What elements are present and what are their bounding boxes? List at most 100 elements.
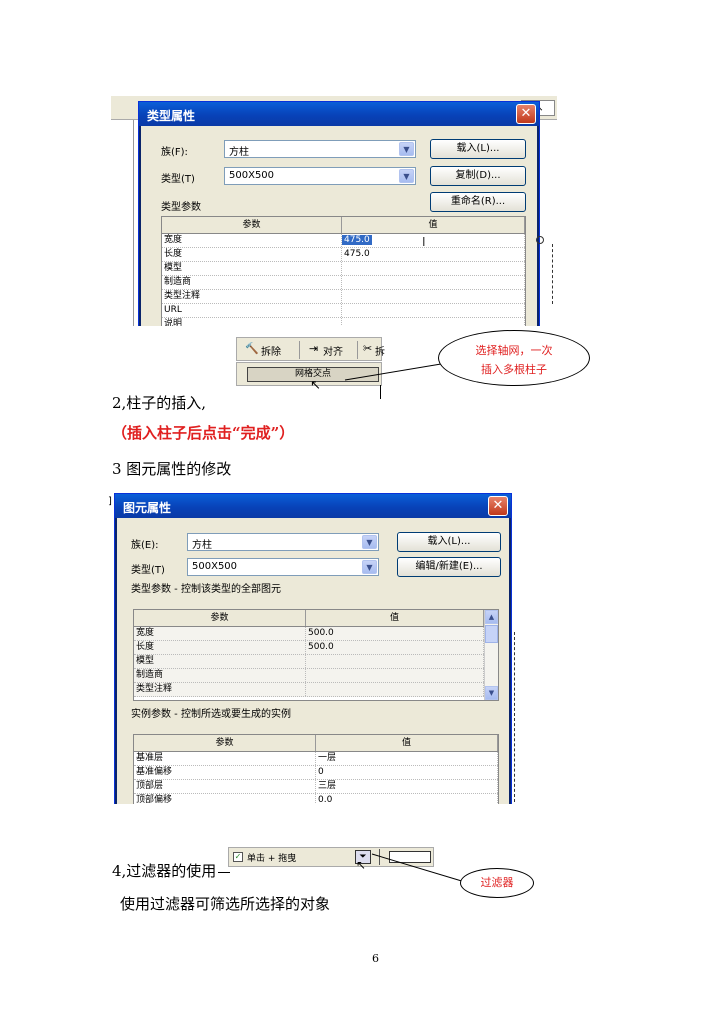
chevron-down-icon[interactable]: ▼ (362, 535, 377, 549)
param-cell: 基准层 (134, 752, 316, 765)
type-params-grid: 参数 值 宽度 475.0 长度 475.0 模型 制造商 类型注释 URL 说… (161, 216, 526, 326)
value-cell[interactable]: 500.0 (306, 627, 484, 640)
value-selected[interactable]: 475.0 (342, 235, 372, 245)
value-cell[interactable] (306, 669, 484, 682)
instance-params-grid: 参数 值 基准层 一层 基准偏移 0 顶部层 三层 顶部偏移 0.0 (133, 734, 499, 804)
family-combo[interactable]: 方柱 ▼ (187, 533, 379, 551)
table-row[interactable]: 制造商 (162, 276, 525, 290)
value-cell[interactable] (306, 683, 484, 696)
type-params-label: 类型参数 - 控制该类型的全部图元 (131, 584, 281, 595)
param-cell: 制造商 (162, 276, 342, 289)
chevron-down-icon[interactable]: ▼ (362, 560, 377, 574)
drawing-grid-mark (536, 236, 544, 244)
value-cell[interactable] (342, 318, 525, 326)
table-row[interactable]: URL (162, 304, 525, 318)
callout-filter: 过滤器 (460, 868, 534, 898)
callout-filter-text: 过滤器 (480, 876, 514, 889)
drawing-grid-line (552, 244, 553, 304)
rename-button[interactable]: 重命名(R)... (430, 192, 526, 212)
value-cell[interactable] (342, 262, 525, 275)
table-row[interactable]: 顶部层 三层 (134, 780, 498, 794)
column-header-param: 参数 (134, 610, 306, 626)
type-properties-dialog: 类型属性 ✕ 族(F): 方柱 ▼ 载入(L)... 类型(T) 500X500… (138, 101, 540, 326)
duplicate-button[interactable]: 复制(D)... (430, 166, 526, 186)
load-button[interactable]: 载入(L)... (430, 139, 526, 159)
background-app-divider (133, 120, 134, 326)
value-cell[interactable]: 0 (316, 766, 498, 779)
column-header-value: 值 (342, 217, 525, 233)
section-4-heading: 4,过滤器的使用 (112, 862, 217, 880)
param-cell: 长度 (134, 641, 306, 654)
type-value: 500X500 (192, 561, 238, 572)
table-row[interactable]: 制造商 (134, 669, 498, 683)
param-cell: 类型注释 (162, 290, 342, 303)
click-drag-checkbox-label: 单击 + 拖曳 (247, 854, 297, 864)
table-row[interactable]: 宽度 475.0 (162, 234, 525, 248)
type-combo[interactable]: 500X500 ▼ (187, 558, 379, 576)
value-cell[interactable] (342, 276, 525, 289)
edit-new-button[interactable]: 编辑/新建(E)... (397, 557, 501, 577)
family-value: 方柱 (192, 540, 212, 551)
grid-scrollbar[interactable]: ▲ ▼ (484, 610, 498, 700)
type-combo[interactable]: 500X500 ▼ (224, 167, 416, 185)
mouse-pointer-icon: ↖ (310, 378, 321, 393)
param-cell: 模型 (134, 655, 306, 668)
demolish-button[interactable]: 拆除 (261, 343, 281, 358)
callout-line2: 插入多根柱子 (481, 363, 547, 376)
table-row[interactable]: 长度 500.0 (134, 641, 498, 655)
table-row[interactable]: 模型 (162, 262, 525, 276)
table-row[interactable]: 基准层 一层 (134, 752, 498, 766)
table-row[interactable]: 基准偏移 0 (134, 766, 498, 780)
grid-header: 参数 值 (134, 610, 498, 627)
callout-grid-selection: 选择轴网，一次 插入多根柱子 (438, 330, 590, 386)
table-row[interactable]: 类型注释 (134, 683, 498, 697)
family-label: 族(F): (161, 147, 188, 158)
column-header-param: 参数 (134, 735, 316, 751)
family-combo[interactable]: 方柱 ▼ (224, 140, 416, 158)
type-properties-screenshot: 入 类型属性 ✕ 族(F): 方柱 ▼ 载入(L)... 类型(T) 500X5… (111, 96, 557, 326)
grid-header: 参数 值 (134, 735, 498, 752)
param-cell: 说明 (162, 318, 342, 326)
family-label: 族(E): (131, 540, 159, 551)
checkbox-icon[interactable]: ✓ (233, 852, 243, 862)
param-cell: 顶部偏移 (134, 794, 316, 804)
scroll-up-icon[interactable]: ▲ (485, 610, 498, 624)
chevron-down-icon[interactable]: ▼ (399, 142, 414, 156)
demolish-icon: 🔨 (245, 342, 259, 355)
table-row[interactable]: 类型注释 (162, 290, 525, 304)
param-cell: 模型 (162, 262, 342, 275)
close-button[interactable]: ✕ (488, 496, 508, 516)
value-cell[interactable]: 475.0 (342, 248, 525, 261)
section-2-heading: 2,柱子的插入, (112, 394, 207, 412)
table-row[interactable]: 宽度 500.0 (134, 627, 498, 641)
column-header-value: 值 (316, 735, 498, 751)
table-row[interactable]: 长度 475.0 (162, 248, 525, 262)
scroll-down-icon[interactable]: ▼ (485, 686, 498, 700)
param-cell: 类型注释 (134, 683, 306, 696)
column-header-value: 值 (306, 610, 484, 626)
value-cell[interactable] (342, 290, 525, 303)
value-cell[interactable]: 一层 (316, 752, 498, 765)
table-row[interactable]: 说明 (162, 318, 525, 326)
close-button[interactable]: ✕ (516, 104, 536, 124)
section-3-heading: 3 图元属性的修改 (112, 460, 232, 478)
param-cell: 顶部层 (134, 780, 316, 793)
param-cell: 宽度 (134, 627, 306, 640)
type-value: 500X500 (229, 170, 275, 181)
dialog-title: 图元属性 (115, 494, 511, 518)
value-cell[interactable] (342, 304, 525, 317)
toolbar-divider (299, 341, 300, 359)
value-cell[interactable] (306, 655, 484, 668)
value-cell[interactable]: 500.0 (306, 641, 484, 654)
callout-line1: 选择轴网，一次 (475, 344, 553, 357)
value-cell[interactable]: 475.0 (342, 234, 525, 247)
align-icon: ⇥ (309, 342, 319, 355)
param-cell: URL (162, 304, 342, 317)
table-row[interactable]: 模型 (134, 655, 498, 669)
value-cell[interactable]: 三层 (316, 780, 498, 793)
scroll-thumb[interactable] (485, 625, 498, 643)
load-button[interactable]: 载入(L)... (397, 532, 501, 552)
value-cell[interactable]: 0.0 (316, 794, 498, 804)
chevron-down-icon[interactable]: ▼ (399, 169, 414, 183)
table-row[interactable]: 顶部偏移 0.0 (134, 794, 498, 804)
